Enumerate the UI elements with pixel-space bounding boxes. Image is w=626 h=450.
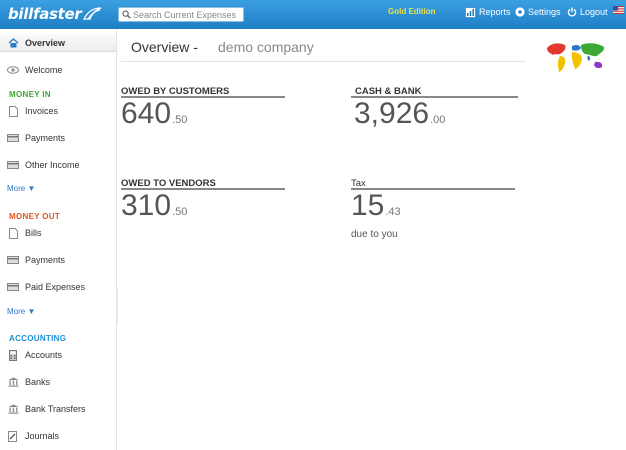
sidebar-item-label: Journals [25,431,60,441]
document-icon [7,105,19,117]
owed-by-customers-value[interactable]: 640.50 [121,97,187,131]
world-map-icon [547,43,605,72]
logo-wing-icon [83,7,102,20]
reports-link[interactable]: Reports [465,5,511,19]
tax-due-note: due to you [351,229,398,240]
card-icon [7,282,19,292]
company-name: demo company [218,39,314,55]
gear-icon [515,7,525,17]
tax-value[interactable]: 15.43 [351,189,401,223]
search-box[interactable] [118,7,244,22]
bank-icon [7,404,19,414]
card-icon [7,160,19,170]
app-logo[interactable]: billfaster [8,5,102,23]
sidebar-item-payments-out[interactable]: Payments [0,251,116,269]
owed-to-vendors-cents: .50 [172,206,188,218]
owed-by-customers-whole: 640 [121,97,172,130]
money-out-more-link[interactable]: More ▼ [7,307,35,316]
title-divider [121,61,526,62]
page-title: Overview - [131,39,198,55]
tax-cents: .43 [385,206,401,218]
sidebar-item-label: Other Income [25,160,80,170]
sidebar-item-banks[interactable]: Banks [0,373,116,391]
sidebar-item-invoices[interactable]: Invoices [0,102,116,120]
money-in-more-link[interactable]: More ▼ [7,184,35,193]
calculator-icon [7,349,19,361]
bank-icon [7,377,19,387]
sidebar-item-payments-in[interactable]: Payments [0,129,116,147]
sidebar-item-journals[interactable]: Journals [0,427,116,445]
sidebar-item-welcome[interactable]: Welcome [0,61,116,79]
sidebar-item-overview[interactable]: Overview [0,34,116,52]
logout-link[interactable]: Logout [567,5,608,19]
reports-label: Reports [479,7,511,17]
sidebar-item-label: Bank Transfers [25,404,86,414]
logout-label: Logout [580,7,608,17]
sidebar-item-label: Payments [25,255,66,265]
sidebar-item-label: Bills [25,228,42,238]
edition-badge: Gold Edition [388,7,436,16]
search-icon[interactable] [119,10,133,19]
logo-text: billfaster [8,5,82,23]
cash-bank-cents: .00 [430,114,446,126]
owed-to-vendors-whole: 310 [121,189,172,222]
top-bar: billfaster Gold Edition Reports Settings… [0,0,626,29]
cash-bank-whole: 3,926 [354,97,430,130]
document-icon [7,227,19,239]
us-flag-icon[interactable] [613,6,624,14]
sidebar-item-bills[interactable]: Bills [0,224,116,242]
sidebar-item-label: Accounts [25,350,63,360]
sidebar-item-accounts[interactable]: Accounts [0,346,116,364]
card-icon [7,133,19,143]
sidebar-item-label: Payments [25,133,66,143]
sidebar-item-paid-expenses[interactable]: Paid Expenses [0,278,116,296]
pencil-document-icon [7,430,19,442]
sidebar-scrollbar[interactable] [116,290,118,324]
sidebar-item-label: Paid Expenses [25,282,86,292]
sidebar-item-label: Welcome [25,65,63,75]
chart-icon [465,6,476,18]
eye-icon [7,65,19,75]
card-icon [7,255,19,265]
tax-whole: 15 [351,189,385,222]
money-out-heading: MONEY OUT [9,212,61,221]
accounting-heading: ACCOUNTING [9,334,67,343]
sidebar-item-other-income[interactable]: Other Income [0,156,116,174]
search-input[interactable] [133,8,241,21]
sidebar-item-bank-transfers[interactable]: Bank Transfers [0,400,116,418]
settings-link[interactable]: Settings [515,5,561,19]
power-icon [567,7,577,17]
sidebar-item-label: Invoices [25,106,59,116]
sidebar-item-label: Overview [25,37,66,48]
home-icon [7,37,19,48]
money-in-heading: MONEY IN [9,90,51,99]
sidebar: Overview Welcome MONEY IN Invoices Payme… [0,29,117,450]
owed-to-vendors-value[interactable]: 310.50 [121,189,187,223]
owed-by-customers-cents: .50 [172,114,188,126]
settings-label: Settings [528,7,561,17]
sidebar-item-label: Banks [25,377,51,387]
cash-bank-value[interactable]: 3,926.00 [354,97,445,131]
